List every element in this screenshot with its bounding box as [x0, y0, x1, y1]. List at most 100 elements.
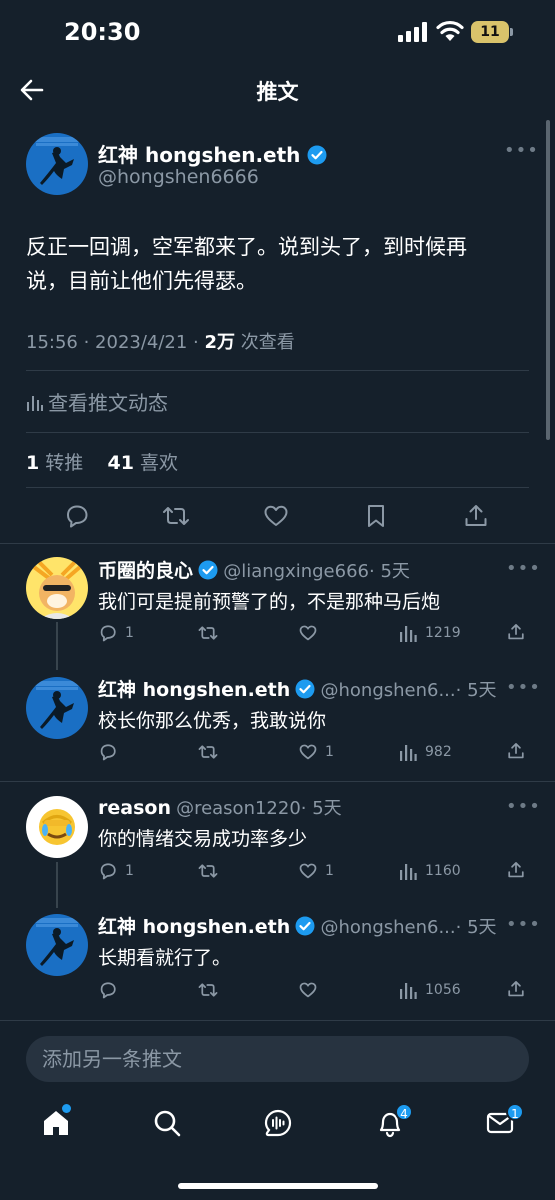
spaces-icon[interactable]: [263, 1108, 293, 1138]
reply-text: 我们可是提前预警了的，不是那种马后炮: [98, 591, 441, 613]
reply-author-handle[interactable]: @liangxinge666: [223, 561, 369, 582]
thread-connector: [56, 622, 58, 670]
divider: [0, 781, 555, 782]
author-avatar[interactable]: [26, 133, 88, 195]
view-count: 2万: [204, 332, 236, 353]
author-name-text[interactable]: 红神 hongshen.eth: [98, 143, 300, 167]
reply-actions: 1 1 1160: [98, 860, 538, 882]
more-options-icon[interactable]: •••: [506, 677, 541, 698]
share-icon[interactable]: [462, 502, 490, 530]
status-bar: 20:30 11: [0, 0, 555, 62]
more-options-icon[interactable]: •••: [504, 140, 539, 161]
status-time: 20:30: [64, 18, 141, 46]
view-count: 1219: [425, 625, 461, 641]
reply-header: 红神 hongshen.eth @hongshen6...· 5天: [98, 675, 497, 702]
reply-icon[interactable]: [98, 742, 118, 762]
reply-icon[interactable]: [98, 861, 118, 881]
battery-cap: [510, 28, 513, 36]
retweet-icon[interactable]: [198, 861, 218, 881]
cellular-signal-icon: [398, 22, 427, 42]
scrollbar[interactable]: [546, 120, 550, 440]
reply-author-name[interactable]: reason: [98, 797, 171, 819]
share-icon[interactable]: [506, 979, 526, 999]
verified-badge-icon: [295, 916, 315, 936]
reply-actions: 1056: [98, 979, 538, 1001]
reply-author-name[interactable]: 红神 hongshen.eth: [98, 916, 290, 938]
home-indicator[interactable]: [178, 1183, 378, 1189]
reply-text: 长期看就行了。: [98, 947, 232, 969]
author-handle[interactable]: @hongshen6666: [98, 166, 259, 188]
page-title: 推文: [256, 80, 299, 104]
reply-text: 你的情绪交易成功率多少: [98, 828, 308, 850]
reply-time: · 5天: [300, 798, 342, 819]
tweet-activity-link[interactable]: 查看推文动态: [26, 387, 168, 416]
reply-avatar[interactable]: [26, 914, 88, 976]
tweet-text: 反正一回调，空军都来了。说到头了，到时候再 说，目前让他们先得瑟。: [26, 230, 536, 298]
reply-header: 红神 hongshen.eth @hongshen6...· 5天: [98, 912, 497, 939]
tweet-text-line: 反正一回调，空军都来了。说到头了，到时候再: [26, 235, 467, 259]
battery-indicator: 11: [471, 21, 509, 43]
retweet-icon[interactable]: [198, 742, 218, 762]
like-count: 1: [325, 744, 334, 760]
retweet-stat[interactable]: 1 转推: [26, 452, 83, 474]
thread-connector: [56, 862, 58, 908]
reply-author-name[interactable]: 币圈的良心: [98, 560, 193, 582]
views-icon[interactable]: [398, 861, 418, 881]
tweet-activity-label[interactable]: 查看推文动态: [48, 391, 168, 415]
reply-actions: 1 982: [98, 741, 538, 763]
author-name[interactable]: 红神 hongshen.eth: [98, 139, 327, 168]
home-unread-dot: [62, 1104, 71, 1113]
like-heart-icon[interactable]: [298, 623, 318, 643]
views-icon[interactable]: [398, 980, 418, 1000]
share-icon[interactable]: [506, 860, 526, 880]
reply-icon[interactable]: [98, 623, 118, 643]
reply-avatar[interactable]: [26, 796, 88, 858]
view-count: 1056: [425, 982, 461, 998]
bookmark-icon[interactable]: [362, 502, 390, 530]
views-icon[interactable]: [398, 742, 418, 762]
retweet-icon[interactable]: [162, 502, 190, 530]
reply-time: · 5天: [369, 561, 410, 582]
retweet-count: 1: [26, 452, 40, 474]
reply-author-handle[interactable]: @reason1220: [176, 798, 301, 819]
reply-avatar[interactable]: [26, 557, 88, 619]
view-count: 982: [425, 744, 452, 760]
share-icon[interactable]: [506, 622, 526, 642]
more-options-icon[interactable]: •••: [506, 558, 541, 579]
reply-time: · 5天: [455, 680, 497, 701]
reply-avatar[interactable]: [26, 677, 88, 739]
notifications-badge: 4: [395, 1103, 413, 1121]
like-heart-icon[interactable]: [298, 861, 318, 881]
like-heart-icon[interactable]: [262, 502, 290, 530]
wifi-icon: [436, 20, 464, 41]
divider: [26, 370, 529, 371]
reply-count: 1: [125, 863, 134, 879]
reply-actions: 1 1219: [98, 622, 538, 644]
reply-header: 币圈的良心 @liangxinge666· 5天: [98, 556, 410, 583]
reply-author-name[interactable]: 红神 hongshen.eth: [98, 679, 290, 701]
like-heart-icon[interactable]: [298, 742, 318, 762]
reply-icon[interactable]: [63, 502, 91, 530]
compose-reply-input[interactable]: 添加另一条推文: [26, 1036, 529, 1082]
reply-header: reason @reason1220· 5天: [98, 794, 342, 820]
search-icon[interactable]: [152, 1108, 182, 1138]
tweet-stats: 1 转推 41 喜欢: [26, 448, 178, 475]
verified-badge-icon: [198, 560, 218, 580]
retweet-icon[interactable]: [198, 980, 218, 1000]
reply-text: 校长你那么优秀，我敢说你: [98, 710, 327, 732]
reply-icon[interactable]: [98, 980, 118, 1000]
verified-badge-icon: [295, 679, 315, 699]
like-count: 1: [325, 863, 334, 879]
view-count: 1160: [425, 863, 461, 879]
reply-author-handle[interactable]: @hongshen6...: [320, 917, 455, 938]
more-options-icon[interactable]: •••: [506, 914, 541, 935]
retweet-icon[interactable]: [198, 623, 218, 643]
views-icon[interactable]: [398, 623, 418, 643]
tweet-meta: 15:56 · 2023/4/21 · 2万 次查看: [26, 328, 295, 354]
reply-author-handle[interactable]: @hongshen6...: [320, 680, 455, 701]
share-icon[interactable]: [506, 741, 526, 761]
like-heart-icon[interactable]: [298, 980, 318, 1000]
like-stat[interactable]: 41 喜欢: [107, 452, 178, 474]
divider: [26, 487, 529, 488]
more-options-icon[interactable]: •••: [506, 796, 541, 817]
